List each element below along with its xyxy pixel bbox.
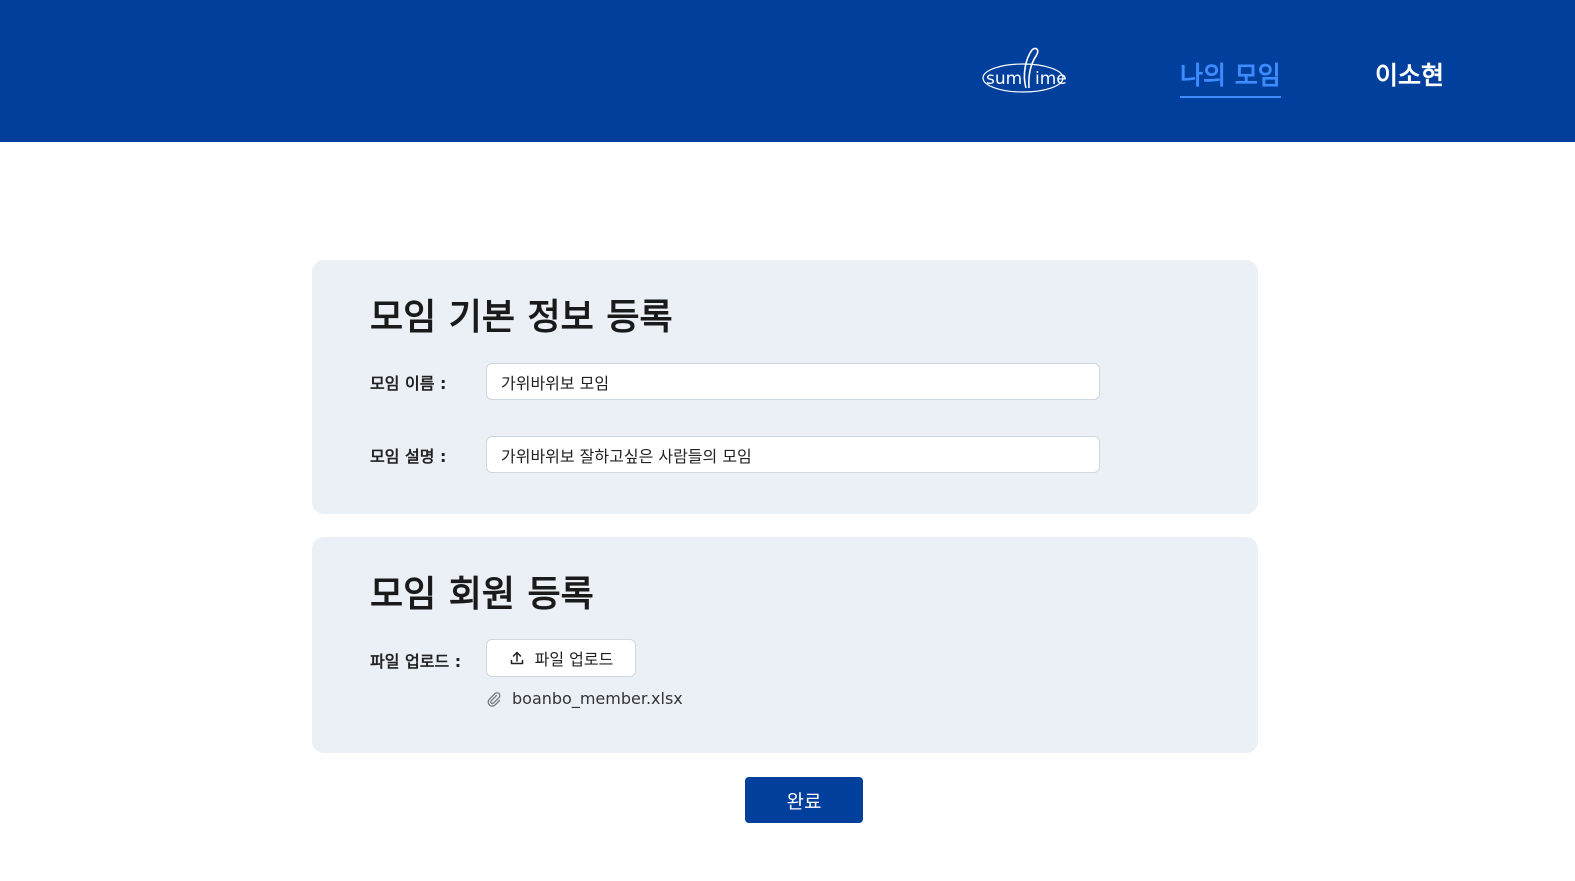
group-description-input[interactable] [486,436,1100,473]
top-header: sum ime 나의 모임 이소현 [0,0,1575,142]
basic-info-card: 모임 기본 정보 등록 모임 이름 : 모임 설명 : [312,260,1258,514]
uploaded-file-name: boanbo_member.xlsx [512,689,683,708]
basic-info-title: 모임 기본 정보 등록 [370,297,673,338]
svg-text:sum: sum [986,69,1022,89]
file-upload-button-label: 파일 업로드 [534,650,614,669]
member-register-card: 모임 회원 등록 파일 업로드 : 파일 업로드 boanbo_member.x… [312,537,1258,753]
user-name[interactable]: 이소현 [1375,56,1444,92]
nav-my-groups[interactable]: 나의 모임 [1180,56,1281,98]
member-register-title: 모임 회원 등록 [370,574,594,615]
upload-icon [509,650,525,666]
logo-graphic: sum ime [982,47,1067,93]
file-upload-label: 파일 업로드 : [370,652,462,671]
sumtime-logo[interactable]: sum ime [982,44,1068,98]
uploaded-file[interactable]: boanbo_member.xlsx [486,689,683,708]
paperclip-icon [486,691,502,707]
group-name-label: 모임 이름 : [370,374,447,393]
group-name-input[interactable] [486,363,1100,400]
group-description-label: 모임 설명 : [370,447,447,466]
file-upload-button[interactable]: 파일 업로드 [486,639,636,677]
svg-text:ime: ime [1035,69,1067,89]
done-button[interactable]: 완료 [745,777,863,823]
